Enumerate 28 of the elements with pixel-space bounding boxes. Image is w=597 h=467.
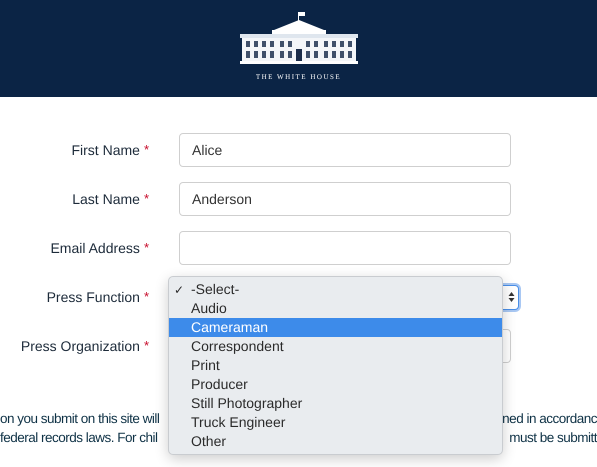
dropdown-option[interactable]: ✓ -Select- — [169, 280, 502, 299]
dropdown-option[interactable]: Producer — [169, 375, 502, 394]
required-mark: * — [144, 140, 149, 158]
field-label: First Name — [71, 140, 140, 160]
dropdown-option[interactable]: Audio — [169, 299, 502, 318]
field-label: Press Organization — [20, 336, 140, 356]
notice-text: must be submitt — [509, 429, 597, 447]
check-mark: ✓ — [174, 282, 184, 298]
required-mark: * — [144, 238, 149, 256]
required-mark: * — [144, 288, 149, 306]
up-down-arrow-icon — [508, 291, 515, 303]
notice-text: ned in accordanc — [502, 410, 597, 428]
dropdown-option[interactable]: Correspondent — [169, 337, 502, 356]
field-label: Last Name — [72, 190, 140, 208]
text-input[interactable]: Alice — [179, 133, 511, 167]
notice-text: federal records laws. For chil — [0, 429, 158, 447]
field-label: Press Function — [46, 288, 140, 306]
text-input[interactable]: Anderson — [179, 182, 511, 216]
building-logo-icon — [240, 12, 358, 64]
dropdown-option[interactable]: Print — [169, 356, 502, 375]
dropdown-option[interactable]: Truck Engineer — [169, 413, 502, 432]
text-input[interactable] — [179, 231, 511, 265]
required-mark: * — [144, 336, 149, 354]
field-label: Email Address — [50, 238, 140, 258]
dropdown-option[interactable]: Still Photographer — [169, 394, 502, 413]
dropdown-option[interactable]: Other — [169, 432, 502, 451]
notice-text: on you submit on this site will — [0, 410, 160, 428]
required-mark: * — [144, 190, 149, 208]
